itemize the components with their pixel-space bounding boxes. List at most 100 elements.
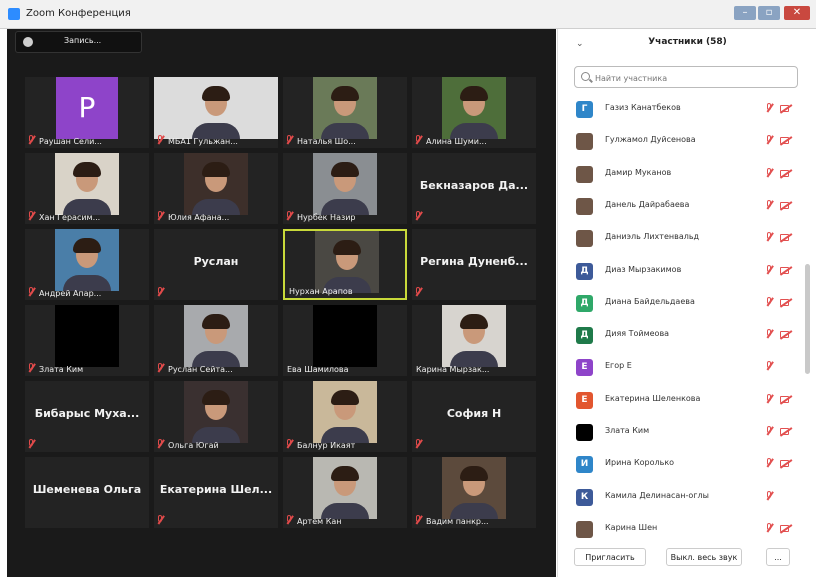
participant-name-center: Регина Дуненб... — [420, 255, 528, 268]
video-tile[interactable]: Балнур Икаят — [283, 381, 407, 452]
search-icon — [581, 72, 590, 81]
muted-mic-icon — [415, 287, 422, 297]
participant-avatar: К — [576, 488, 593, 506]
participant-row[interactable]: Даниэль Лихтенвальд — [558, 222, 803, 254]
muted-mic-icon — [765, 199, 773, 211]
participant-avatar: Д — [576, 294, 593, 312]
muted-mic-icon — [157, 515, 164, 525]
participant-list-scrollbar[interactable] — [805, 264, 810, 374]
muted-mic-icon — [157, 439, 164, 449]
muted-mic-icon — [765, 361, 773, 372]
participant-name-center: Шеменева Ольга — [32, 483, 142, 496]
participant-row[interactable]: Карина Шен — [558, 513, 803, 545]
video-tile[interactable]: Злата Ким — [25, 305, 149, 376]
video-off-icon — [780, 169, 792, 178]
participant-name-center: Руслан — [193, 255, 239, 268]
invite-button[interactable]: Пригласить — [574, 548, 646, 566]
muted-mic-icon — [286, 515, 293, 525]
video-tile[interactable]: Ева Шамилова — [283, 305, 407, 376]
search-input[interactable] — [593, 69, 797, 87]
mute-all-button[interactable]: Выкл. весь звук — [666, 548, 742, 566]
participant-name: Ирина Королько — [605, 458, 675, 468]
video-tile[interactable]: Вадим панкр... — [412, 457, 536, 528]
participant-avatar — [576, 520, 593, 538]
muted-mic-icon — [157, 135, 164, 145]
muted-mic-icon — [28, 439, 35, 449]
video-tile[interactable]: Ольга Югай — [154, 381, 278, 452]
participant-name: Диана Байдельдаева — [605, 296, 695, 306]
participant-row[interactable]: Е Егор Е — [558, 351, 803, 383]
participant-row[interactable]: Дамир Муканов — [558, 158, 803, 190]
participant-row[interactable]: Гулжамол Дуйсенова — [558, 125, 803, 157]
participant-name: Екатерина Шеленкова — [605, 393, 701, 403]
participant-row[interactable]: Д Диаз Мырзакимов — [558, 255, 803, 287]
participant-name-label: Карина Мырзак... — [416, 365, 490, 374]
video-feed — [442, 77, 506, 139]
video-tile[interactable]: Руслан — [154, 229, 278, 300]
video-tile[interactable]: Руслан Сейта... — [154, 305, 278, 376]
video-tile[interactable]: МБА1 Гульжан... — [154, 77, 278, 148]
video-tile[interactable]: Алина Шуми... — [412, 77, 536, 148]
more-button[interactable]: ... — [766, 548, 790, 566]
video-tile[interactable]: Бибарыс Муха... — [25, 381, 149, 452]
participant-row[interactable]: Злата Ким — [558, 416, 803, 448]
participant-name: Даниэль Лихтенвальд — [605, 232, 700, 242]
muted-mic-icon — [765, 426, 773, 437]
muted-mic-icon — [765, 490, 773, 502]
video-tile[interactable]: Шеменева Ольга — [25, 457, 149, 528]
recording-label: Запись... — [64, 36, 102, 45]
participant-avatar — [576, 165, 593, 183]
participant-row[interactable]: И Ирина Королько — [558, 448, 803, 480]
participant-avatar — [576, 133, 593, 151]
video-tile[interactable]: Нурбек Назир — [283, 153, 407, 224]
record-dot-icon — [23, 37, 33, 47]
video-tile[interactable]: София Н — [412, 381, 536, 452]
participant-name: Дияя Тоймеова — [605, 329, 670, 339]
participant-row[interactable]: Д Диана Байдельдаева — [558, 287, 803, 319]
muted-mic-icon — [765, 296, 773, 308]
muted-mic-icon — [765, 458, 773, 469]
video-off-icon — [780, 105, 792, 113]
muted-mic-icon — [28, 135, 35, 145]
muted-mic-icon — [765, 264, 773, 276]
muted-mic-icon — [286, 135, 293, 145]
participant-row[interactable]: Данель Дайрабаева — [558, 190, 803, 222]
participant-avatar: Г — [576, 101, 593, 118]
video-feed — [154, 77, 278, 139]
video-tile[interactable]: Регина Дуненб... — [412, 229, 536, 300]
muted-mic-icon — [157, 211, 164, 221]
video-tile[interactable]: P Раушан Сели... — [25, 77, 149, 148]
participant-row[interactable]: К Камила Делинасан-оглы — [558, 481, 803, 513]
participant-row[interactable]: Е Екатерина Шеленкова — [558, 384, 803, 416]
participant-name-label: Юлия Афана... — [168, 213, 230, 222]
video-tile[interactable]: Екатерина Шел... — [154, 457, 278, 528]
video-off-icon — [780, 298, 792, 307]
participant-row[interactable]: Д Дияя Тоймеова — [558, 319, 803, 351]
participant-search[interactable] — [574, 66, 798, 88]
minimize-button[interactable]: – — [734, 6, 756, 20]
video-tile[interactable]: Юлия Афана... — [154, 153, 278, 224]
participant-name-label: Артем Кан — [297, 517, 342, 526]
maximize-button[interactable]: ▫ — [758, 6, 780, 20]
gallery-view: Запись... P Раушан Сели... МБА1 Гульжан...… — [7, 29, 556, 577]
video-tile[interactable]: Бекназаров Да... — [412, 153, 536, 224]
video-tile[interactable]: Андрей Апар... — [25, 229, 149, 300]
video-tile[interactable]: Хан Герасим... — [25, 153, 149, 224]
video-tile[interactable]: Артем Кан — [283, 457, 407, 528]
muted-mic-icon — [765, 103, 773, 114]
close-button[interactable]: ✕ — [784, 6, 810, 20]
video-tile[interactable]: Карина Мырзак... — [412, 305, 536, 376]
participant-name: Злата Ким — [605, 426, 650, 435]
participant-name-label: Андрей Апар... — [39, 289, 102, 298]
participant-avatar — [576, 230, 593, 248]
video-tile[interactable]: Наталья Шо... — [283, 77, 407, 148]
video-off-icon — [780, 137, 792, 145]
video-feed — [55, 229, 119, 291]
video-tile[interactable]: Нурхан Арапов — [283, 229, 407, 300]
muted-mic-icon — [765, 167, 773, 179]
video-feed — [184, 153, 248, 215]
recording-indicator[interactable]: Запись... — [15, 31, 142, 53]
participant-row[interactable]: Г Газиз Канатбеков — [558, 93, 803, 125]
participant-name-label: МБА1 Гульжан... — [168, 137, 238, 146]
muted-mic-icon — [765, 329, 773, 340]
